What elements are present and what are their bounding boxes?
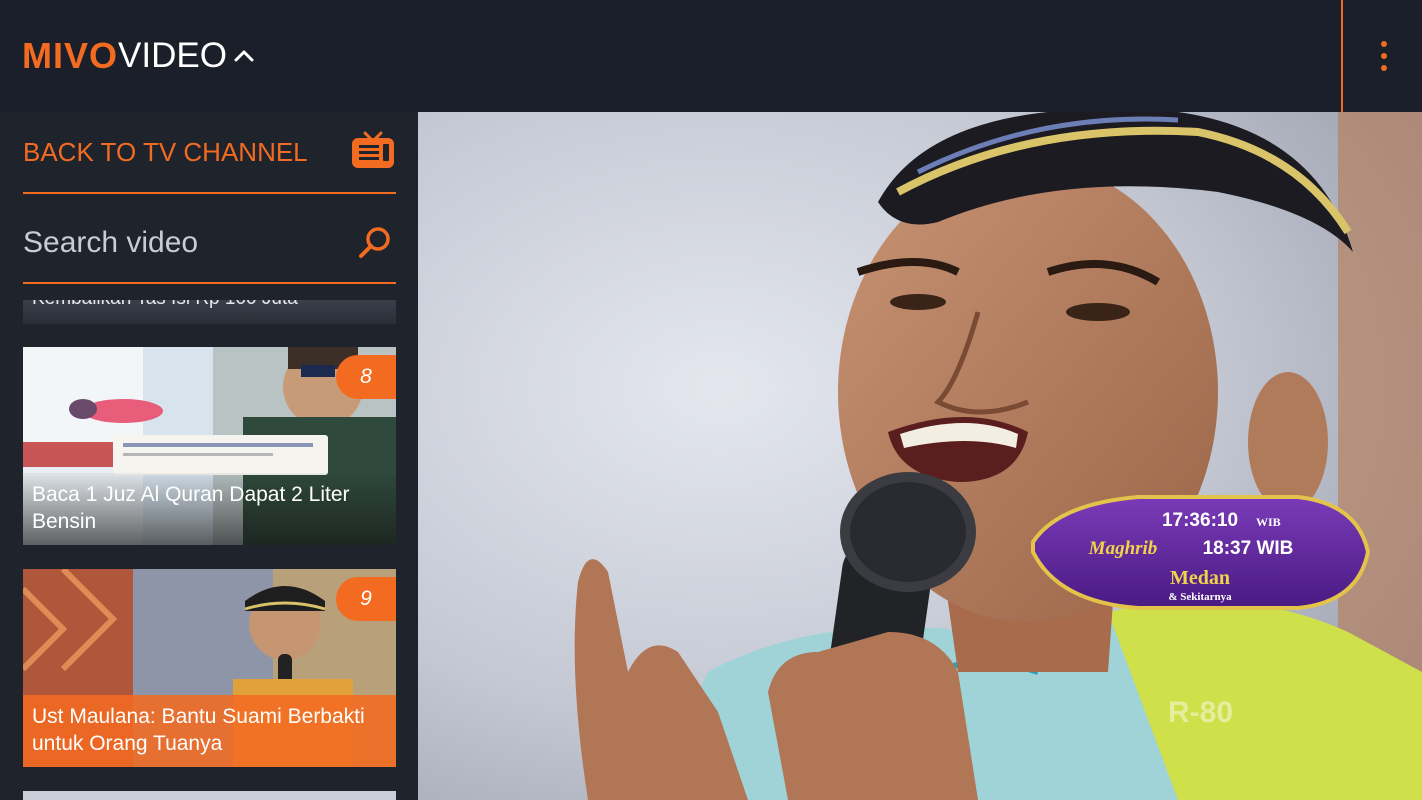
- overlay-region: & Sekitarnya: [1168, 591, 1232, 603]
- search-input[interactable]: [23, 226, 333, 260]
- video-player[interactable]: 17:36:10 WIB Maghrib 18:37 WIB Medan & S…: [418, 112, 1422, 800]
- video-card[interactable]: [23, 791, 396, 800]
- channel-watermark: R-80: [1168, 696, 1233, 729]
- video-sidebar: BACK TO TV CHANNEL Kembalikan Tas Isi Rp…: [0, 112, 418, 800]
- video-frame: 17:36:10 WIB Maghrib 18:37 WIB Medan & S…: [418, 112, 1422, 800]
- back-to-tv-channel-button[interactable]: BACK TO TV CHANNEL: [23, 131, 396, 194]
- video-number-badge: 8: [336, 355, 396, 399]
- mivo-video-logo[interactable]: MIVO VIDEO: [22, 35, 255, 76]
- toolbar-divider: [1341, 0, 1343, 112]
- search-icon[interactable]: [356, 223, 396, 263]
- video-title: Baca 1 Juz Al Quran Dapat 2 Liter Bensin: [23, 473, 396, 545]
- overlay-time: 17:36:10: [1162, 510, 1238, 531]
- video-card[interactable]: 8 Baca 1 Juz Al Quran Dapat 2 Liter Bens…: [23, 347, 396, 545]
- video-card[interactable]: Kembalikan Tas Isi Rp 100 Juta: [23, 300, 396, 324]
- tv-channel-icon: [352, 131, 394, 168]
- video-card[interactable]: 9 Ust Maulana: Bantu Suami Berbakti untu…: [23, 569, 396, 767]
- video-list: Kembalikan Tas Isi Rp 100 Juta 8: [23, 300, 396, 800]
- overlay-prayer: Maghrib: [1088, 538, 1158, 559]
- video-number-badge: 9: [336, 577, 396, 621]
- overlay-timezone: WIB: [1256, 515, 1281, 529]
- overlay-prayer-time: 18:37 WIB: [1203, 538, 1294, 559]
- back-to-tv-channel-label: BACK TO TV CHANNEL: [23, 136, 308, 167]
- video-title: Kembalikan Tas Isi Rp 100 Juta: [32, 300, 298, 310]
- more-vert-icon[interactable]: [1360, 30, 1408, 82]
- search-bar: [23, 204, 396, 284]
- logo-brand: MIVO: [22, 35, 119, 76]
- top-app-bar: MIVO VIDEO: [0, 0, 1422, 112]
- overlay-city: Medan: [1170, 567, 1230, 589]
- video-title: Ust Maulana: Bantu Suami Berbakti untuk …: [23, 695, 396, 767]
- logo-suffix: VIDEO: [118, 36, 227, 75]
- chevron-up-icon[interactable]: [233, 45, 255, 67]
